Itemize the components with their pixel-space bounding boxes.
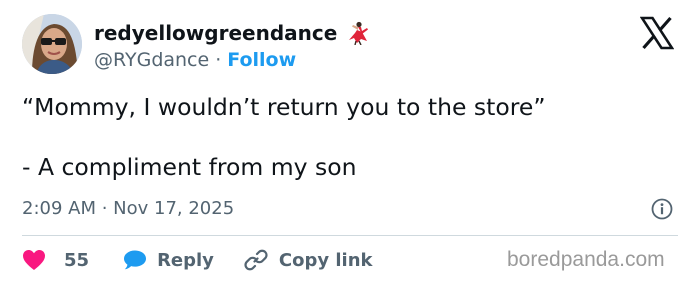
x-logo-icon[interactable] <box>639 16 675 50</box>
link-icon <box>244 248 268 272</box>
dancer-icon <box>347 21 369 46</box>
avatar[interactable] <box>22 14 82 74</box>
like-button[interactable]: 55 <box>22 249 89 271</box>
tweet-card: redyellowgreendance @RYGdance · Follow “… <box>0 0 700 287</box>
author-block: redyellowgreendance @RYGdance · Follow <box>94 18 369 71</box>
divider <box>22 235 678 236</box>
reply-bubble-icon <box>123 249 147 271</box>
info-icon[interactable] <box>651 198 673 220</box>
heart-icon <box>22 249 46 271</box>
handle-row: @RYGdance · Follow <box>94 49 369 71</box>
copy-link-label: Copy link <box>278 249 373 271</box>
tweet-text: “Mommy, I wouldn’t return you to the sto… <box>22 92 546 182</box>
tweet-line-2: - A compliment from my son <box>22 153 357 181</box>
tweet-line-1: “Mommy, I wouldn’t return you to the sto… <box>22 93 546 121</box>
timestamp[interactable]: 2:09 AM · Nov 17, 2025 <box>22 198 234 219</box>
handle[interactable]: @RYGdance <box>94 49 209 71</box>
copy-link-button[interactable]: Copy link <box>244 248 373 272</box>
reply-button[interactable]: Reply <box>123 249 214 271</box>
like-count: 55 <box>64 249 90 271</box>
reply-label: Reply <box>157 249 214 271</box>
name-row: redyellowgreendance <box>94 18 369 48</box>
follow-button[interactable]: Follow <box>227 49 296 71</box>
separator: · <box>215 49 222 71</box>
watermark: boredpanda.com <box>507 248 665 271</box>
action-bar: 55 Reply Copy link <box>22 245 373 275</box>
display-name[interactable]: redyellowgreendance <box>94 21 337 45</box>
